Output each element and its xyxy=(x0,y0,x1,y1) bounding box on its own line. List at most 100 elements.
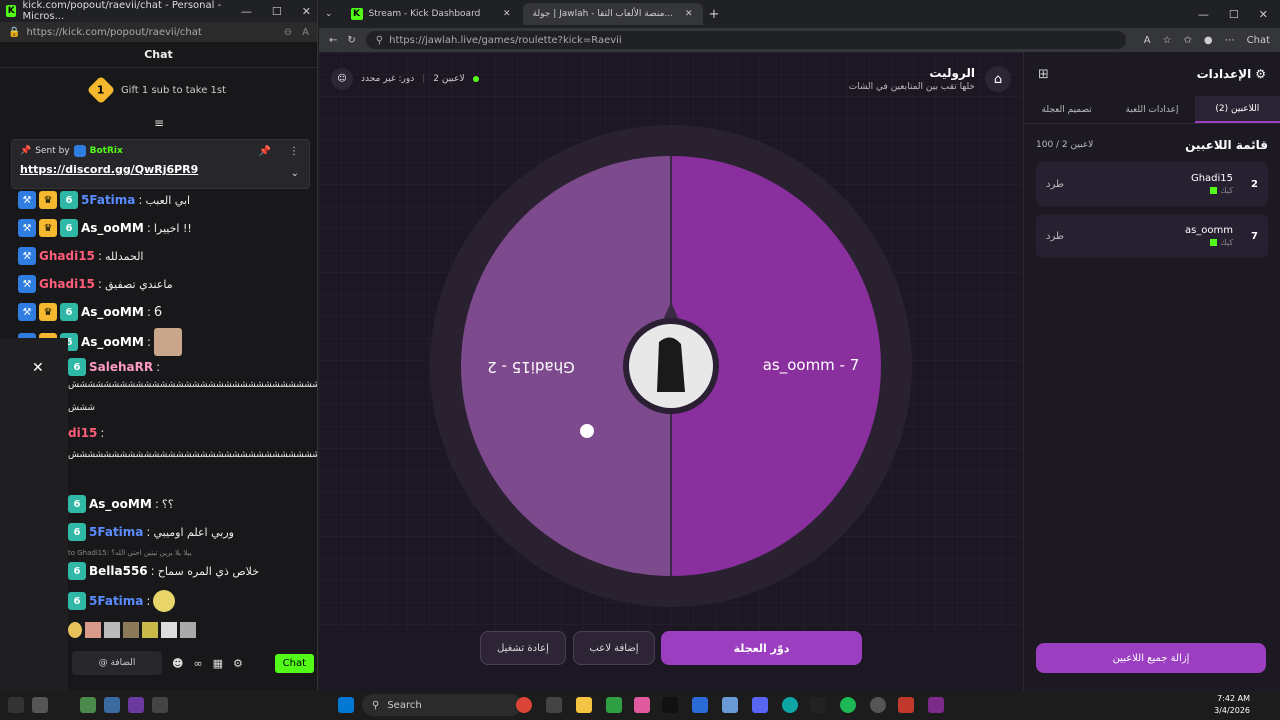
chat-username[interactable]: Bella556 xyxy=(89,564,148,578)
sub-badge-icon: 6 xyxy=(68,562,86,580)
chevron-down-icon[interactable]: ⌄ xyxy=(291,168,299,179)
tab-jawlah[interactable]: جولة | Jawlah - منصة الألعاب التفا... ✕ xyxy=(522,3,703,25)
chat-username[interactable]: As_ooMM xyxy=(81,335,144,349)
app-icon[interactable] xyxy=(606,697,622,713)
close-icon[interactable]: ✕ xyxy=(1259,8,1268,21)
game-buttons: إعادة تشغيل إضافة لاعب دوّر العجلة xyxy=(319,631,1022,671)
home-button[interactable]: ⌂ xyxy=(985,66,1011,92)
close-icon[interactable]: ✕ xyxy=(302,5,311,18)
back-icon[interactable]: ← xyxy=(329,35,337,46)
add-player-button[interactable]: إضافة لاعب xyxy=(573,631,655,665)
task-view-icon[interactable] xyxy=(8,697,24,713)
read-aloud-icon[interactable]: A xyxy=(302,27,309,38)
discord-icon[interactable] xyxy=(752,697,768,713)
app-icon[interactable] xyxy=(546,697,562,713)
gift-sub-text: Gift 1 sub to take 1st xyxy=(120,84,227,96)
app-icon[interactable] xyxy=(692,697,708,713)
minimize-icon[interactable]: — xyxy=(1198,8,1209,21)
emoji-icon[interactable]: ☺ xyxy=(331,68,353,90)
game-title: الروليت xyxy=(929,66,975,80)
maximize-icon[interactable]: ☐ xyxy=(1229,8,1239,21)
chat-message: 6 Bella556: خلاص ذي المره سماح xyxy=(68,562,259,580)
refresh-icon[interactable]: ↻ xyxy=(347,35,355,46)
collections-icon[interactable]: ✩ xyxy=(1184,35,1192,46)
player-number: 2 xyxy=(1251,178,1258,190)
chat-username[interactable]: Ghadi15 xyxy=(39,277,95,291)
chat-username[interactable]: SalehaRR xyxy=(89,360,153,374)
app-icon[interactable] xyxy=(128,697,144,713)
kick-logo-icon: K xyxy=(6,5,17,17)
explorer-icon[interactable] xyxy=(32,697,48,713)
gift-sub-banner[interactable]: 1 Gift 1 sub to take 1st xyxy=(0,68,317,112)
profile-icon[interactable]: ● xyxy=(1204,35,1213,46)
app-icon[interactable] xyxy=(810,697,826,713)
tab-players[interactable]: اللاعبين (2) xyxy=(1194,96,1280,123)
edge-icon[interactable] xyxy=(782,697,798,713)
chrome-icon[interactable] xyxy=(516,697,532,713)
emoji-icon[interactable]: ☻ xyxy=(172,657,183,670)
chat-title: Chat xyxy=(0,42,317,68)
collapse-panel-icon[interactable]: ⊞ xyxy=(1038,67,1049,82)
kick-player-button[interactable]: طرد xyxy=(1046,179,1064,190)
close-icon[interactable]: ✕ xyxy=(685,9,693,19)
chat-username[interactable]: 5Fatima xyxy=(89,525,143,539)
chat-username[interactable]: As_ooMM xyxy=(81,305,144,319)
app-icon[interactable] xyxy=(634,697,650,713)
close-icon[interactable]: ✕ xyxy=(32,360,44,376)
store-icon[interactable]: ▦ xyxy=(213,657,223,670)
chat-username[interactable]: As_ooMM xyxy=(89,497,152,511)
app-icon[interactable] xyxy=(870,697,886,713)
chat-username[interactable]: As_ooMM xyxy=(81,221,144,235)
favorite-icon[interactable]: ☆ xyxy=(1163,35,1172,46)
restart-button[interactable]: إعادة تشغيل xyxy=(480,631,566,665)
chat-username[interactable]: di15 xyxy=(68,426,97,440)
more-icon[interactable]: ⋮ xyxy=(289,146,299,157)
notepad-icon[interactable] xyxy=(722,697,738,713)
send-button[interactable]: Chat xyxy=(274,653,314,673)
wheel-canvas: as_oomm - 7 Ghadi15 - 2 xyxy=(319,52,1022,630)
app-icon[interactable] xyxy=(104,697,120,713)
minimize-icon[interactable]: — xyxy=(241,5,252,18)
zoom-icon[interactable]: ⊖ xyxy=(284,27,292,38)
chat-input[interactable]: @ الضافة xyxy=(72,651,162,675)
app-icon[interactable] xyxy=(80,697,96,713)
app-icon[interactable] xyxy=(152,697,168,713)
copilot-chat-button[interactable]: Chat xyxy=(1247,35,1270,46)
chat-urlbar[interactable]: 🔒 https://kick.com/popout/raevii/chat ⊖ … xyxy=(0,22,317,42)
chat-username[interactable]: Ghadi15 xyxy=(39,249,95,263)
gear-icon[interactable]: ⚙ xyxy=(233,657,243,670)
maximize-icon[interactable]: ☐ xyxy=(272,5,282,18)
tiktok-icon[interactable] xyxy=(662,697,678,713)
read-aloud-icon[interactable]: A xyxy=(1144,35,1151,46)
tab-game-settings[interactable]: إعدادات اللعبة xyxy=(1109,96,1194,123)
windows-start-icon[interactable] xyxy=(338,697,354,713)
close-icon[interactable]: ✕ xyxy=(503,9,511,19)
chat-username[interactable]: 5Fatima xyxy=(81,193,135,207)
more-icon[interactable]: ⋯ xyxy=(1225,35,1235,46)
address-bar[interactable]: ⚲ https://jawlah.live/games/roulette?kic… xyxy=(365,31,1126,49)
spin-wheel-button[interactable]: دوّر العجلة xyxy=(661,631,862,665)
taskbar-search[interactable]: ⚲ Search xyxy=(362,694,522,716)
chat-username[interactable]: 5Fatima xyxy=(89,594,143,608)
tab-list-icon[interactable]: ⌄ xyxy=(325,9,333,19)
crown-badge-icon: ♛ xyxy=(39,191,57,209)
kick-player-button[interactable]: طرد xyxy=(1046,231,1064,242)
emote-strip xyxy=(68,622,196,638)
discord-link[interactable]: https://discord.gg/QwRj6PR9 xyxy=(20,163,301,176)
file-explorer-icon[interactable] xyxy=(576,697,592,713)
new-tab-icon[interactable]: + xyxy=(709,7,720,22)
app-icon[interactable] xyxy=(928,697,944,713)
filter-icon[interactable]: ≡ xyxy=(154,116,164,130)
tab-wheel-design[interactable]: تصميم العجلة xyxy=(1024,96,1109,123)
infinity-icon[interactable]: ∞ xyxy=(193,657,202,670)
app-icon[interactable] xyxy=(898,697,914,713)
spotify-icon[interactable] xyxy=(840,697,856,713)
chat-spam-text: ششش xyxy=(68,403,96,413)
unpin-icon[interactable]: 📌 xyxy=(259,146,271,157)
taskbar-clock[interactable]: 7:42 AM 3/4/2026 xyxy=(1214,693,1250,717)
online-dot-icon xyxy=(472,76,479,82)
wheel-slice-label: Ghadi15 - 2 xyxy=(487,358,575,376)
moderator-badge-icon: ⚒ xyxy=(18,219,36,237)
tab-kick-dashboard[interactable]: K Stream - Kick Dashboard ✕ xyxy=(341,3,521,25)
remove-all-players-button[interactable]: إزالة جميع اللاعبين xyxy=(1036,643,1266,673)
